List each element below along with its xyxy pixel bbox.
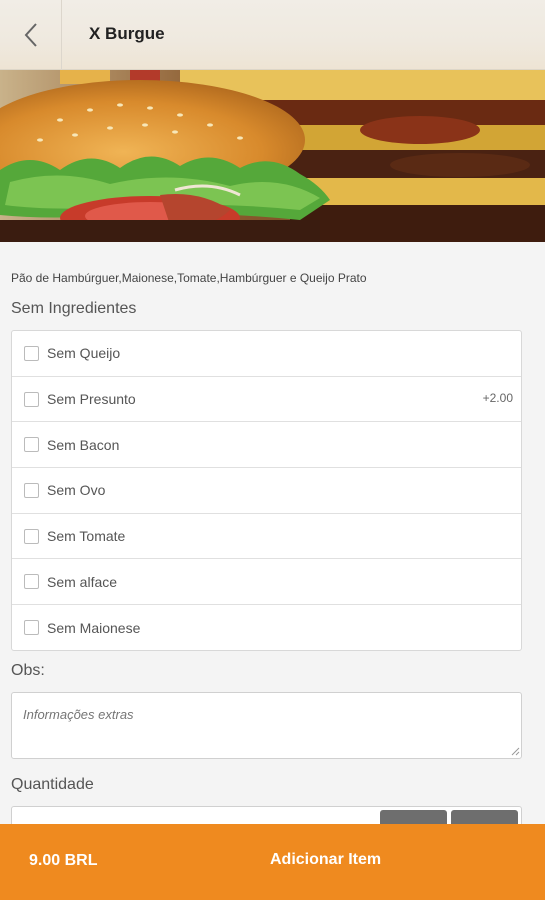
ingredient-option[interactable]: Sem Bacon [12,422,521,469]
quantity-label: Quantidade [11,776,94,793]
total-price: 9.00 BRL [29,852,98,869]
page-title: X Burgue [89,24,165,43]
add-item-button[interactable]: Adicionar Item [270,851,381,869]
ingredient-label: Sem Presunto [47,391,136,408]
checkbox[interactable] [24,528,39,544]
ingredient-label: Sem Tomate [47,528,126,545]
obs-label: Obs: [11,662,45,679]
ingredient-option[interactable]: Sem Ovo [12,468,521,514]
ingredient-option[interactable]: Sem Presunto +2.00 [12,377,521,423]
ingredients-list: Sem Queijo Sem Presunto +2.00 Sem Bacon … [11,330,522,651]
ingredient-price: +2.00 [482,390,513,405]
ingredient-option[interactable]: Sem Tomate [12,514,521,560]
ingredient-label: Sem Ovo [47,482,106,499]
ingredient-label: Sem Maionese [47,619,141,636]
top-bar: X Burgue [0,0,545,70]
obs-textarea[interactable] [11,692,522,759]
chevron-left-icon [24,23,37,47]
ingredients-section-title: Sem Ingredientes [11,300,137,317]
ingredient-label: Sem Bacon [47,436,120,453]
back-button[interactable] [0,0,62,70]
checkbox[interactable] [24,620,39,636]
ingredient-option[interactable]: Sem Maionese [12,605,521,651]
ingredient-option[interactable]: Sem alface [12,559,521,606]
checkbox[interactable] [24,574,39,590]
checkbox[interactable] [24,345,39,361]
ingredient-label: Sem alface [47,573,118,590]
checkbox[interactable] [24,391,39,407]
product-image [0,70,545,242]
checkbox[interactable] [24,437,39,453]
checkbox[interactable] [24,482,39,498]
resize-grip-icon[interactable] [510,746,520,756]
ingredient-option[interactable]: Sem Queijo [12,331,521,377]
product-description: Pão de Hambúrguer,Maionese,Tomate,Hambúr… [11,271,367,285]
ingredient-label: Sem Queijo [47,345,121,362]
